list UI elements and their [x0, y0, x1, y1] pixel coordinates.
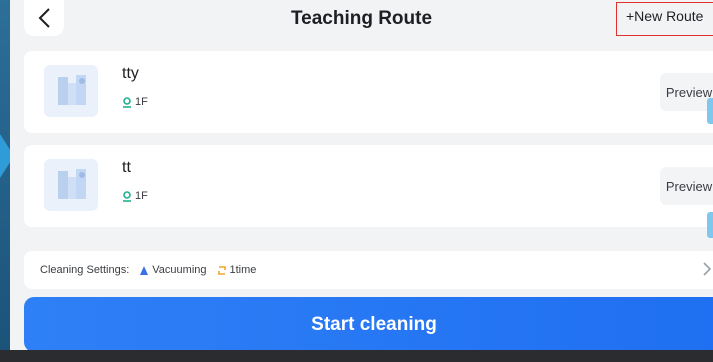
location-icon — [123, 96, 131, 108]
route-floor: 1F — [122, 96, 148, 108]
route-name: tty — [122, 65, 139, 82]
location-icon — [123, 190, 131, 202]
cleaning-settings-row[interactable]: Cleaning Settings: Vacuuming 1time — [24, 251, 713, 289]
route-floor-label: 1F — [135, 190, 148, 202]
route-floor: 1F — [122, 190, 148, 202]
chevron-right-icon — [703, 262, 712, 276]
preview-button[interactable]: Preview — [660, 73, 713, 111]
route-name: tt — [122, 159, 131, 176]
route-floor-label: 1F — [135, 96, 148, 108]
preview-button[interactable]: Preview — [660, 167, 713, 205]
new-route-button[interactable]: +New Route — [616, 2, 713, 36]
right-edge-decoration — [707, 212, 713, 238]
repeat-icon — [217, 265, 226, 275]
route-map-icon — [44, 65, 98, 117]
cleaning-times: 1time — [217, 264, 257, 276]
app-screen: Teaching Route +New Route tty 1F Preview — [10, 0, 713, 350]
page-title: Teaching Route — [290, 8, 433, 29]
cleaning-times-label: 1time — [229, 264, 257, 276]
cleaning-mode: Vacuuming — [139, 264, 207, 276]
start-cleaning-button[interactable]: Start cleaning — [24, 297, 713, 350]
route-card[interactable]: tty 1F Preview — [24, 51, 713, 133]
route-card[interactable]: tt 1F Preview — [24, 145, 713, 227]
cleaning-mode-label: Vacuuming — [152, 264, 207, 276]
header: Teaching Route +New Route — [10, 0, 713, 42]
bottom-strip — [0, 350, 713, 362]
settings-label: Cleaning Settings: — [40, 264, 130, 276]
route-map-icon — [44, 159, 98, 211]
right-edge-decoration — [707, 98, 713, 124]
vacuum-icon — [140, 265, 149, 275]
